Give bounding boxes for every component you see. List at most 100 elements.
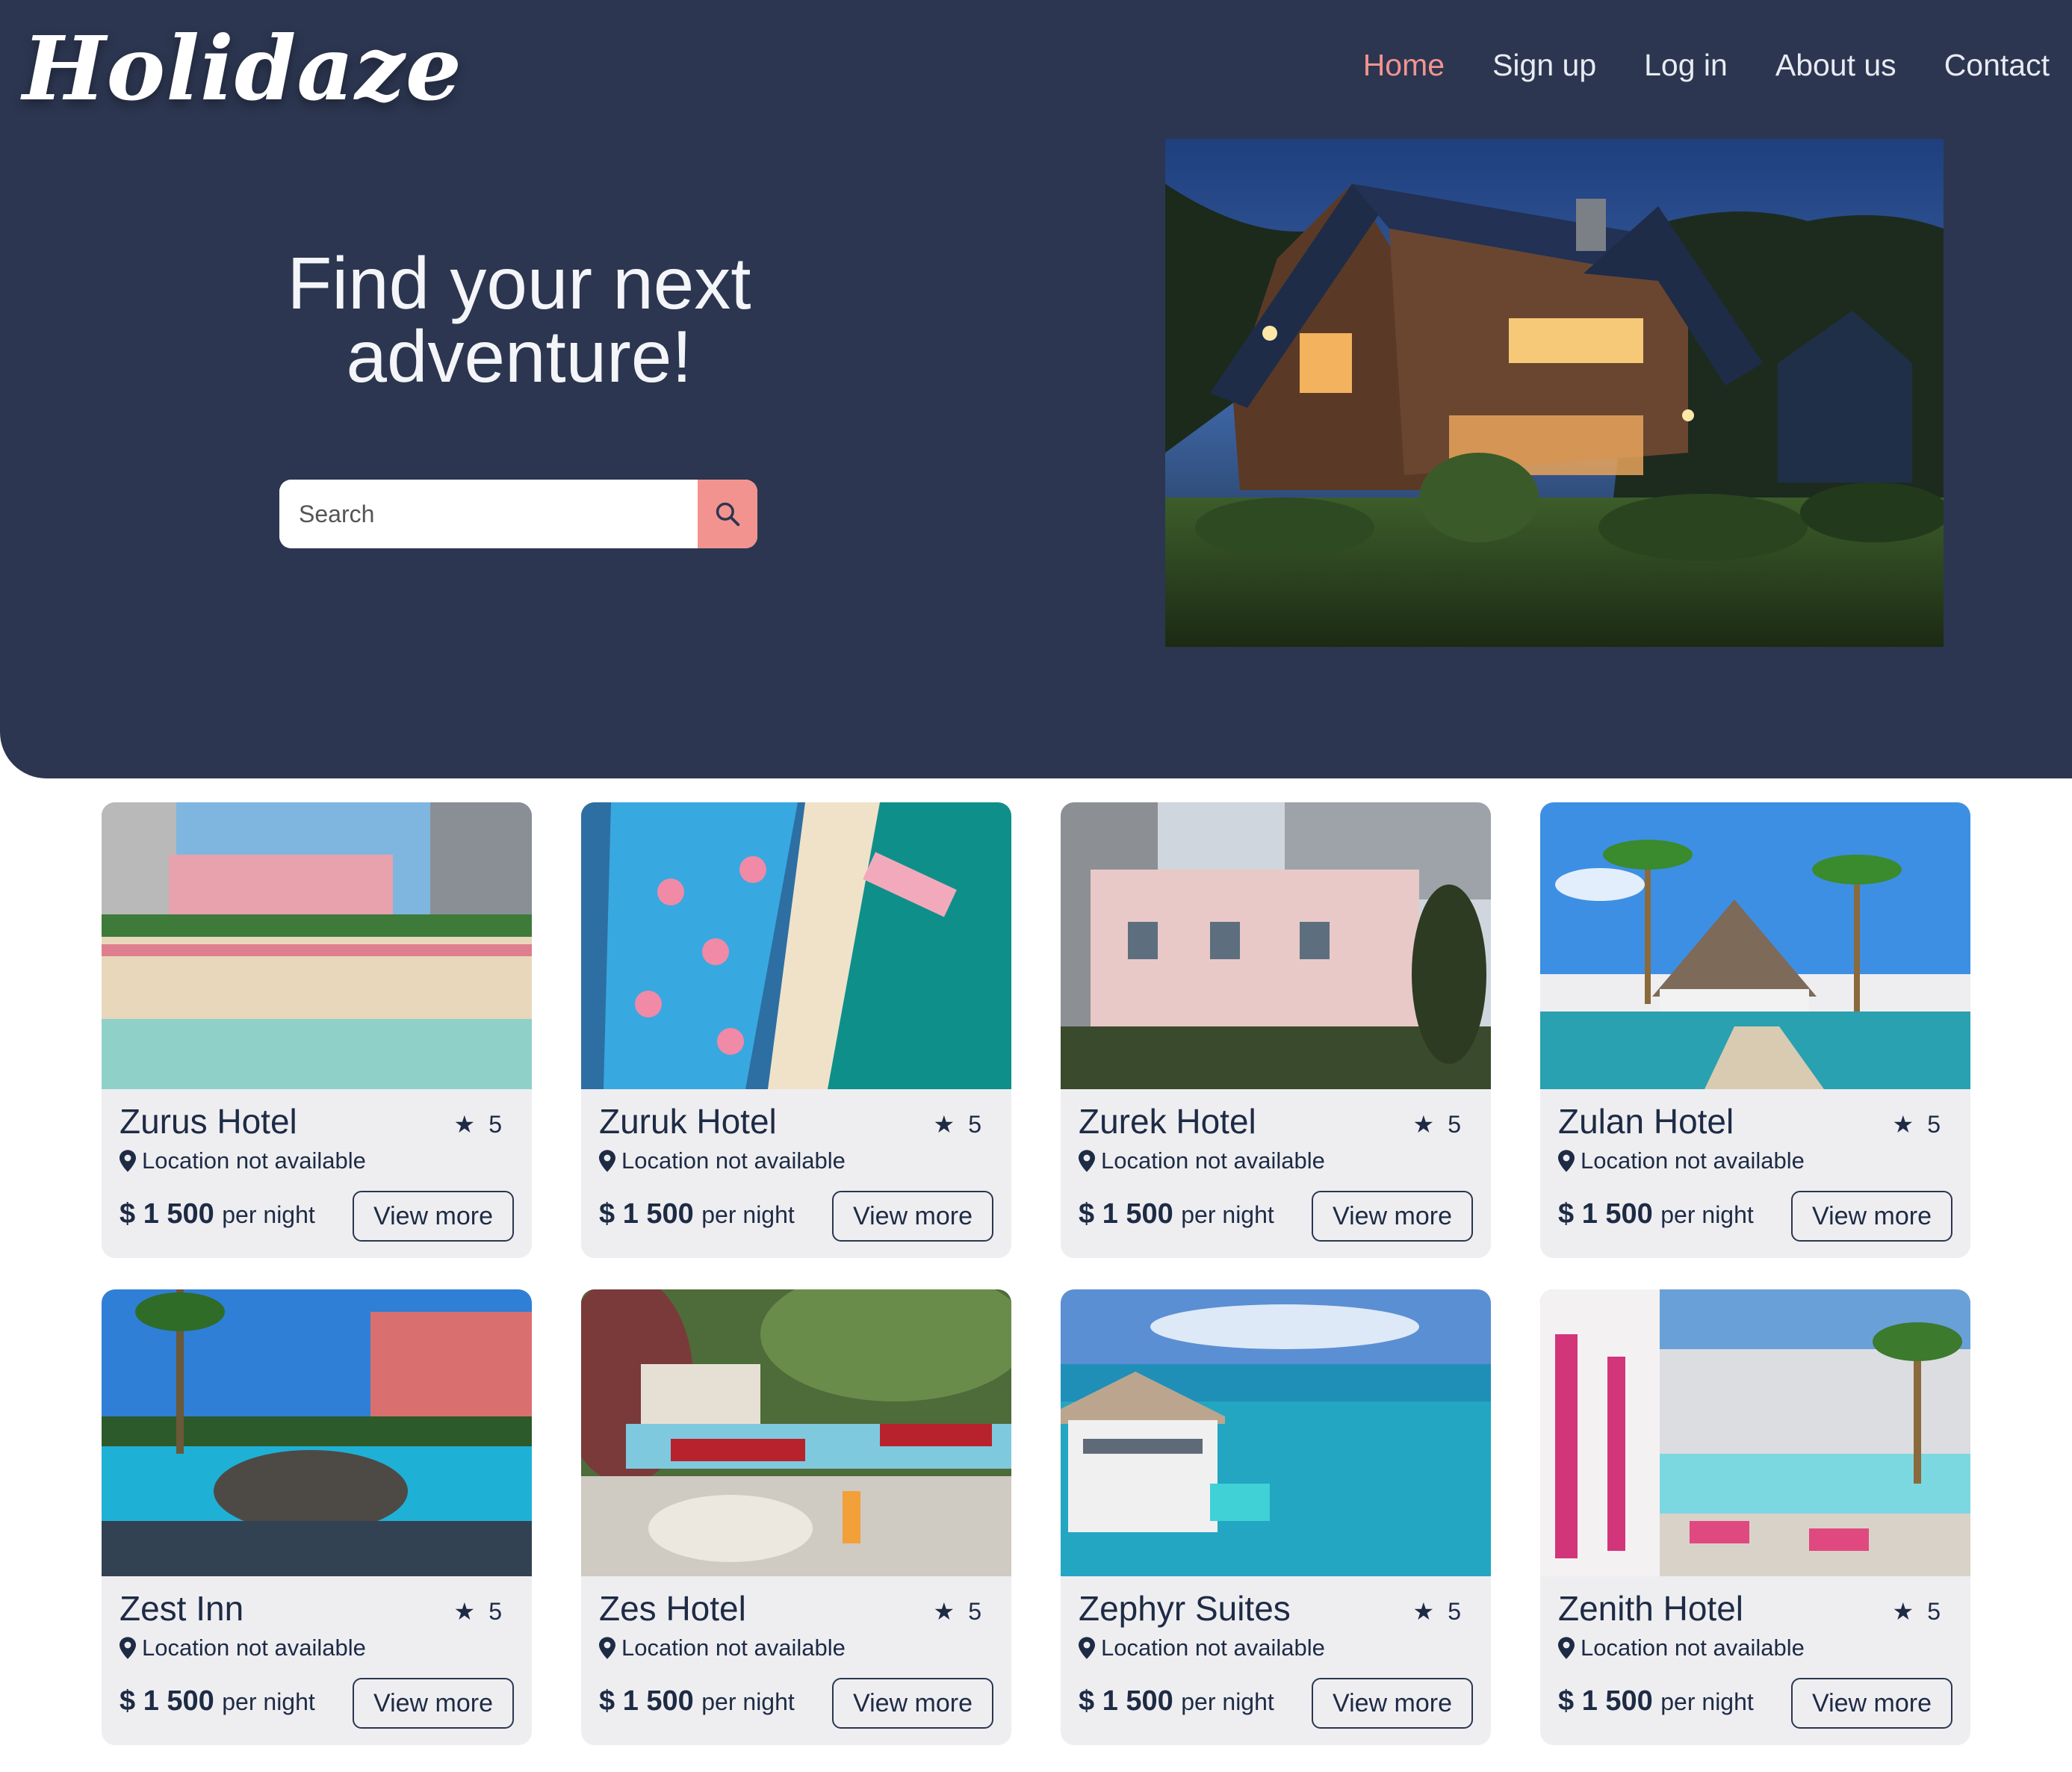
location-text: Location not available <box>1101 1147 1325 1174</box>
hotel-rating: ★ 5 <box>934 1597 981 1626</box>
view-more-button[interactable]: View more <box>1312 1678 1473 1729</box>
hotel-rating: ★ 5 <box>1413 1110 1461 1139</box>
hotel-rating: ★ 5 <box>454 1597 502 1626</box>
view-more-button[interactable]: View more <box>1791 1191 1952 1242</box>
hotel-price: $ 1 500 per night <box>1558 1198 1754 1230</box>
view-more-button[interactable]: View more <box>353 1678 514 1729</box>
hotel-card[interactable]: Zurek Hotel ★ 5 Location not available $… <box>1061 802 1491 1258</box>
star-icon: ★ <box>1412 1598 1435 1625</box>
search-bar <box>279 480 757 548</box>
hotel-image[interactable] <box>1061 1289 1491 1576</box>
hotel-image[interactable] <box>1540 802 1970 1089</box>
hotel-image[interactable] <box>581 802 1011 1089</box>
hotel-location: Location not available <box>1079 1635 1325 1661</box>
logo-text: Holidaze <box>22 16 462 120</box>
hotel-card[interactable]: Zes Hotel ★ 5 Location not available $ 1… <box>581 1289 1011 1745</box>
star-icon: ★ <box>453 1111 476 1138</box>
hotel-price: $ 1 500 per night <box>599 1198 795 1230</box>
rating-value: 5 <box>1927 1110 1941 1138</box>
rating-value: 5 <box>1448 1597 1461 1625</box>
nav-contact[interactable]: Contact <box>1944 48 2050 83</box>
rating-value: 5 <box>968 1110 981 1138</box>
location-text: Location not available <box>1581 1635 1805 1661</box>
price-amount: $ 1 500 <box>599 1198 694 1230</box>
hotel-grid: Zurus Hotel ★ 5 Location not available $… <box>102 802 1970 1745</box>
location-pin-icon <box>120 1637 136 1659</box>
hotel-image[interactable] <box>1061 802 1491 1089</box>
price-amount: $ 1 500 <box>1079 1685 1173 1717</box>
price-unit: per night <box>701 1201 795 1228</box>
hotel-location: Location not available <box>1558 1147 1805 1174</box>
hotel-location: Location not available <box>1558 1635 1805 1661</box>
view-more-button[interactable]: View more <box>832 1678 993 1729</box>
hero-title-line1: Find your next <box>287 242 751 324</box>
hotel-rating: ★ 5 <box>1893 1110 1941 1139</box>
logo[interactable]: Holidaze <box>22 16 462 120</box>
hotel-location: Location not available <box>120 1635 366 1661</box>
hotel-image[interactable] <box>102 1289 532 1576</box>
hero-house-image <box>1165 139 1944 647</box>
star-icon: ★ <box>1412 1111 1435 1138</box>
location-text: Location not available <box>621 1635 846 1661</box>
hotel-image[interactable] <box>102 802 532 1089</box>
location-text: Location not available <box>1101 1635 1325 1661</box>
hotel-rating: ★ 5 <box>934 1110 981 1139</box>
star-icon: ★ <box>1892 1598 1914 1625</box>
nav-home[interactable]: Home <box>1363 48 1445 83</box>
location-text: Location not available <box>142 1635 366 1661</box>
hotel-card[interactable]: Zest Inn ★ 5 Location not available $ 1 … <box>102 1289 532 1745</box>
nav-sign-up[interactable]: Sign up <box>1492 48 1596 83</box>
hotel-price: $ 1 500 per night <box>1079 1198 1274 1230</box>
view-more-button[interactable]: View more <box>832 1191 993 1242</box>
price-unit: per night <box>1660 1201 1754 1228</box>
hotel-name: Zulan Hotel <box>1558 1102 1734 1141</box>
view-more-button[interactable]: View more <box>1312 1191 1473 1242</box>
hotel-location: Location not available <box>120 1147 366 1174</box>
hotel-card[interactable]: Zulan Hotel ★ 5 Location not available $… <box>1540 802 1970 1258</box>
search-icon <box>716 502 740 527</box>
price-unit: per night <box>1660 1688 1754 1715</box>
hotel-name: Zuruk Hotel <box>599 1102 777 1141</box>
nav-about-us[interactable]: About us <box>1775 48 1896 83</box>
nav-log-in[interactable]: Log in <box>1644 48 1728 83</box>
price-amount: $ 1 500 <box>1558 1685 1653 1717</box>
hotel-price: $ 1 500 per night <box>120 1198 315 1230</box>
location-text: Location not available <box>142 1147 366 1174</box>
location-text: Location not available <box>621 1147 846 1174</box>
location-text: Location not available <box>1581 1147 1805 1174</box>
hotel-card[interactable]: Zephyr Suites ★ 5 Location not available… <box>1061 1289 1491 1745</box>
location-pin-icon <box>120 1150 136 1172</box>
hotel-card[interactable]: Zenith Hotel ★ 5 Location not available … <box>1540 1289 1970 1745</box>
view-more-button[interactable]: View more <box>1791 1678 1952 1729</box>
hotel-price: $ 1 500 per night <box>1079 1685 1274 1717</box>
hotel-image[interactable] <box>581 1289 1011 1576</box>
hotel-price: $ 1 500 per night <box>599 1685 795 1717</box>
hero-title-line2: adventure! <box>346 315 692 397</box>
price-amount: $ 1 500 <box>120 1685 214 1717</box>
price-amount: $ 1 500 <box>1079 1198 1173 1230</box>
main-nav: Home Sign up Log in About us Contact <box>1363 48 2050 83</box>
hero-title: Find your next adventure! <box>224 247 814 393</box>
hotel-card[interactable]: Zuruk Hotel ★ 5 Location not available $… <box>581 802 1011 1258</box>
location-pin-icon <box>599 1150 615 1172</box>
location-pin-icon <box>1558 1150 1575 1172</box>
star-icon: ★ <box>933 1111 955 1138</box>
star-icon: ★ <box>933 1598 955 1625</box>
view-more-button[interactable]: View more <box>353 1191 514 1242</box>
hotel-name: Zurek Hotel <box>1079 1102 1256 1141</box>
location-pin-icon <box>1079 1637 1095 1659</box>
search-input[interactable] <box>279 480 698 548</box>
hotel-image[interactable] <box>1540 1289 1970 1576</box>
hotel-rating: ★ 5 <box>1893 1597 1941 1626</box>
price-amount: $ 1 500 <box>120 1198 214 1230</box>
rating-value: 5 <box>1448 1110 1461 1138</box>
price-unit: per night <box>701 1688 795 1715</box>
search-button[interactable] <box>698 480 757 548</box>
hotel-location: Location not available <box>599 1147 846 1174</box>
rating-value: 5 <box>1927 1597 1941 1625</box>
hotel-card[interactable]: Zurus Hotel ★ 5 Location not available $… <box>102 802 532 1258</box>
price-amount: $ 1 500 <box>599 1685 694 1717</box>
hotel-rating: ★ 5 <box>1413 1597 1461 1626</box>
location-pin-icon <box>1558 1637 1575 1659</box>
hotel-name: Zest Inn <box>120 1589 244 1628</box>
